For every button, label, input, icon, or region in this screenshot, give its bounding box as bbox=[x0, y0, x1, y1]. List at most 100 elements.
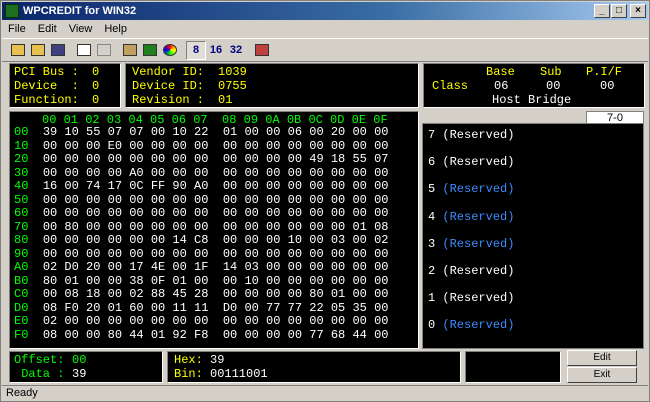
hex-row[interactable]: B0 80 01 00 00 38 0F 01 00 00 10 00 00 0… bbox=[14, 273, 389, 289]
hex-row-bytes[interactable]: 00 00 00 00 A0 00 00 00 00 00 00 00 00 0… bbox=[43, 166, 389, 180]
function-value: 0 bbox=[92, 93, 100, 107]
exit-button[interactable]: Exit bbox=[567, 367, 637, 383]
menu-bar: File Edit View Help bbox=[2, 20, 648, 38]
view-8bit-button[interactable]: 8 bbox=[186, 40, 206, 60]
view-16bit-button[interactable]: 16 bbox=[206, 41, 226, 60]
bit-row[interactable]: 2 (Reserved) bbox=[428, 264, 514, 278]
minimize-button[interactable]: _ bbox=[594, 4, 610, 18]
bit-number: 1 bbox=[428, 291, 436, 306]
exit-tool-button[interactable] bbox=[252, 41, 272, 60]
hex-row[interactable]: C0 00 08 18 00 02 88 45 28 00 00 00 00 8… bbox=[14, 287, 389, 302]
menu-help[interactable]: Help bbox=[98, 23, 133, 35]
hex-row-address: 40 bbox=[14, 179, 29, 193]
bit-row[interactable]: 3 (Reserved) bbox=[428, 237, 514, 251]
revision-label: Revision : bbox=[132, 93, 205, 107]
pci-bus-label: PCI Bus : bbox=[14, 65, 79, 79]
bit-label: (Reserved) bbox=[442, 155, 515, 170]
ids-panel: Vendor ID: 1039 Device ID: 0755 Revision… bbox=[125, 63, 419, 108]
hex-row-address: B0 bbox=[14, 273, 29, 288]
hex-row-bytes[interactable]: 00 00 00 E0 00 00 00 00 00 00 00 00 00 0… bbox=[43, 139, 389, 153]
bit-number: 6 bbox=[428, 155, 436, 170]
bit-row[interactable]: 7 (Reserved) bbox=[428, 128, 514, 142]
close-button[interactable]: × bbox=[630, 4, 646, 18]
hex-row-address: 00 bbox=[14, 125, 29, 139]
hex-row[interactable]: 60 00 00 00 00 00 00 00 00 00 00 00 00 0… bbox=[14, 206, 389, 221]
hex-dump-panel[interactable]: 00 01 02 03 04 05 06 07 08 09 0A 0B 0C 0… bbox=[9, 111, 419, 349]
title-bar[interactable]: WPCREDIT for WIN32 _ □ × bbox=[2, 2, 648, 20]
hex-row[interactable]: 20 00 00 00 00 00 00 00 00 00 00 00 00 4… bbox=[14, 152, 389, 167]
chip-button[interactable] bbox=[140, 41, 160, 60]
blank-panel bbox=[465, 351, 561, 383]
maximize-button[interactable]: □ bbox=[611, 4, 627, 18]
hex-row-bytes[interactable]: 00 00 00 00 00 00 00 00 00 00 00 00 00 0… bbox=[43, 247, 389, 261]
hex-row-bytes[interactable]: 00 08 18 00 02 88 45 28 00 00 00 00 80 0… bbox=[43, 287, 389, 301]
paste-button[interactable] bbox=[120, 41, 140, 60]
save-button[interactable] bbox=[48, 41, 68, 60]
hex-value: 39 bbox=[210, 353, 225, 367]
color-button[interactable] bbox=[160, 41, 180, 60]
hex-row[interactable]: E0 02 00 00 00 00 00 00 00 00 00 00 00 0… bbox=[14, 314, 389, 329]
bit-number: 2 bbox=[428, 264, 436, 278]
folder-open-icon bbox=[11, 44, 25, 56]
hex-row-bytes[interactable]: 00 80 00 00 00 00 00 00 00 00 00 00 00 0… bbox=[43, 220, 389, 234]
class-panel: Base Sub P.I/F Class 06 00 00 Host Bridg… bbox=[423, 63, 645, 108]
hex-row-bytes[interactable]: 00 00 00 00 00 00 00 00 00 00 00 00 49 1… bbox=[43, 152, 389, 166]
base-header: Base bbox=[486, 65, 515, 79]
data-label: Data : bbox=[14, 367, 65, 381]
hex-row[interactable]: 50 00 00 00 00 00 00 00 00 00 00 00 00 0… bbox=[14, 193, 389, 208]
undo-button[interactable] bbox=[94, 41, 114, 60]
function-label: Function: bbox=[14, 93, 79, 107]
hex-row-bytes[interactable]: 02 D0 20 00 17 4E 00 1F 14 03 00 00 00 0… bbox=[43, 260, 389, 274]
open-file-button[interactable] bbox=[28, 41, 48, 60]
hex-row-bytes[interactable]: 02 00 00 00 00 00 00 00 00 00 00 00 00 0… bbox=[43, 314, 389, 328]
offset-panel: Offset: 00 Data : 39 bbox=[9, 351, 163, 383]
hex-row[interactable]: A0 02 D0 20 00 17 4E 00 1F 14 03 00 00 0… bbox=[14, 260, 389, 275]
sub-value: 00 bbox=[546, 79, 561, 93]
bit-number: 0 bbox=[428, 318, 436, 333]
hex-row-bytes[interactable]: 00 00 00 00 00 00 00 00 00 00 00 00 00 0… bbox=[43, 193, 389, 207]
edit-button[interactable]: Edit bbox=[567, 350, 637, 366]
bit-label: (Reserved) bbox=[442, 264, 515, 278]
hex-row-bytes[interactable]: 00 00 00 00 00 00 14 C8 00 00 00 10 00 0… bbox=[43, 233, 389, 247]
hex-row-address: 90 bbox=[14, 246, 29, 261]
window-title: WPCREDIT for WIN32 bbox=[23, 5, 137, 17]
hex-row[interactable]: 30 00 00 00 00 A0 00 00 00 00 00 00 00 0… bbox=[14, 165, 389, 181]
hex-row[interactable]: 40 16 00 74 17 0C FF 90 A0 00 00 00 00 0… bbox=[14, 179, 389, 194]
view-32bit-button[interactable]: 32 bbox=[226, 41, 246, 60]
bits-tab[interactable]: 7-0 bbox=[586, 111, 644, 124]
hex-row-bytes[interactable]: 16 00 74 17 0C FF 90 A0 00 00 00 00 00 0… bbox=[43, 179, 389, 193]
hex-row-bytes[interactable]: 08 00 00 80 44 01 92 F8 00 00 00 00 77 6… bbox=[43, 328, 389, 342]
copy-button[interactable] bbox=[74, 41, 94, 60]
hex-row[interactable]: 10 00 00 00 E0 00 00 00 00 00 00 00 00 0… bbox=[14, 139, 389, 154]
hex-row[interactable]: F0 08 00 00 80 44 01 92 F8 00 00 00 00 7… bbox=[14, 328, 389, 343]
hex-row-bytes[interactable]: 80 01 00 00 38 0F 01 00 00 10 00 00 00 0… bbox=[43, 274, 389, 288]
hex-row[interactable]: 70 00 80 00 00 00 00 00 00 00 00 00 00 0… bbox=[14, 220, 389, 235]
hex-row[interactable]: D0 08 F0 20 01 60 00 11 11 D0 00 77 77 2… bbox=[14, 301, 389, 316]
menu-view[interactable]: View bbox=[63, 23, 99, 35]
hex-row-bytes[interactable]: 00 00 00 00 00 00 00 00 00 00 00 00 00 0… bbox=[43, 206, 389, 220]
hex-row[interactable]: 00 39 10 55 07 07 00 10 22 01 00 00 06 0… bbox=[14, 125, 389, 140]
hex-row-bytes[interactable]: 08 F0 20 01 60 00 11 11 D0 00 77 77 22 0… bbox=[43, 301, 389, 315]
floppy-icon bbox=[51, 44, 65, 56]
bit-row[interactable]: 6 (Reserved) bbox=[428, 155, 514, 169]
clipboard-icon bbox=[123, 44, 137, 56]
bit-label: (Reserved) bbox=[442, 236, 515, 251]
menu-file[interactable]: File bbox=[2, 23, 32, 35]
toolbar: 8 16 32 bbox=[2, 38, 648, 62]
hex-row[interactable]: 90 00 00 00 00 00 00 00 00 00 00 00 00 0… bbox=[14, 246, 389, 262]
bit-row[interactable]: 5 (Reserved) bbox=[428, 182, 514, 196]
hex-row-bytes[interactable]: 39 10 55 07 07 00 10 22 01 00 00 06 00 2… bbox=[43, 125, 389, 139]
hex-row[interactable]: 80 00 00 00 00 00 00 14 C8 00 00 00 10 0… bbox=[14, 233, 389, 248]
bit-row[interactable]: 0 (Reserved) bbox=[428, 318, 514, 332]
hex-row-address: A0 bbox=[14, 260, 29, 274]
hex-row-address: 30 bbox=[14, 165, 29, 180]
bits-panel: 7 (Reserved) 6 (Reserved) 5 (Reserved) 4 (R… bbox=[422, 123, 644, 349]
hex-row-address: 80 bbox=[14, 233, 29, 247]
open-button[interactable] bbox=[8, 41, 28, 60]
menu-edit[interactable]: Edit bbox=[32, 23, 63, 35]
device-label: Device : bbox=[14, 79, 79, 93]
data-value: 39 bbox=[72, 367, 87, 381]
bit-row[interactable]: 1 (Reserved) bbox=[428, 291, 514, 305]
bit-row[interactable]: 4 (Reserved) bbox=[428, 210, 514, 224]
main-window: WPCREDIT for WIN32 _ □ × File Edit View … bbox=[0, 0, 650, 402]
